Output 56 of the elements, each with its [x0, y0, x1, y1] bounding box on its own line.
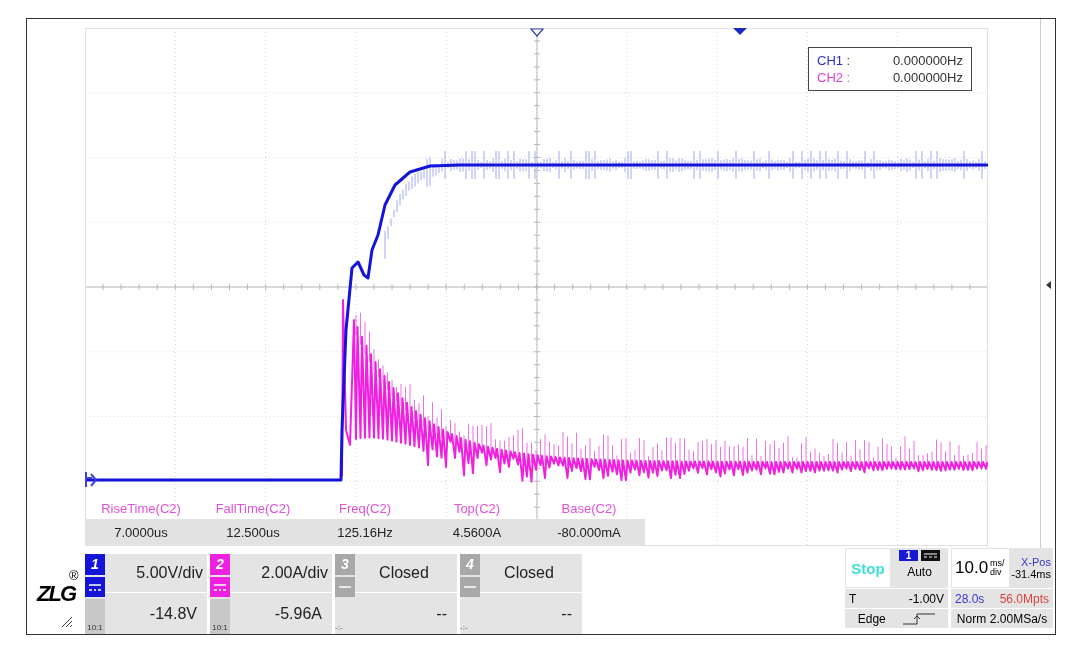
channel-number-button[interactable]: 1: [85, 554, 105, 575]
volts-per-division[interactable]: Closed: [355, 554, 457, 593]
measurement-value: 125.16Hz: [336, 525, 394, 540]
channel-number-button[interactable]: 2: [210, 554, 230, 575]
channel-offset[interactable]: --: [355, 593, 457, 634]
timebase-value: 10.0: [955, 558, 989, 578]
trigger-position-icon[interactable]: [529, 28, 545, 37]
measurement-label: Base(C2): [560, 500, 618, 516]
trigger-label: T: [849, 591, 857, 606]
probe-ratio[interactable]: 10:1: [210, 599, 230, 634]
unit-bottom: div: [990, 568, 1003, 577]
channel-label: CH2 :: [817, 69, 851, 86]
measurement-value: 4.5600A: [451, 525, 503, 540]
channel-offset[interactable]: -5.96A: [230, 593, 332, 634]
channel-offset[interactable]: -14.8V: [105, 593, 207, 634]
unit-top: ms/: [990, 559, 1005, 568]
logo: ZLG: [37, 581, 75, 607]
record-duration: 28.0s: [955, 591, 985, 606]
dash-icon: [464, 586, 476, 588]
dash-icon: [339, 586, 351, 588]
measurement-value: 12.500us: [225, 525, 281, 540]
channel-label: CH1 :: [817, 52, 851, 69]
channel-offset[interactable]: --: [480, 593, 582, 634]
rising-edge-icon: [903, 612, 936, 625]
coupling-button[interactable]: [85, 577, 105, 597]
volts-per-division[interactable]: Closed: [480, 554, 582, 593]
trigger-mode[interactable]: Auto: [907, 565, 932, 579]
measurement-value: -80.000mA: [556, 525, 622, 540]
dc-coupling-icon: [214, 583, 226, 591]
left-triangle-icon[interactable]: [1045, 280, 1051, 289]
probe-ratio[interactable]: -:-: [460, 599, 480, 634]
acquisition-mode[interactable]: Norm: [956, 611, 987, 626]
frequency-value: 0.000000Hz: [892, 52, 963, 69]
measurement-label: Freq(C2): [338, 500, 392, 516]
probe-ratio[interactable]: -:-: [335, 599, 355, 634]
probe-ratio[interactable]: 10:1: [85, 599, 105, 634]
trigger-source-button[interactable]: 1: [899, 550, 918, 561]
cursor-marker-icon[interactable]: [733, 28, 747, 35]
trigger-type[interactable]: Edge: [857, 611, 886, 626]
sample-rate: 2.00MSa/s: [989, 611, 1048, 626]
resize-grip-icon[interactable]: [61, 616, 73, 628]
coupling-icon[interactable]: [921, 550, 940, 561]
measurement-label: FallTime(C2): [214, 500, 292, 516]
registered-mark: ®: [69, 568, 79, 583]
ground-marker-icon: [85, 471, 98, 488]
trigger-level[interactable]: -1.00V: [908, 591, 944, 606]
frequency-value: 0.000000Hz: [892, 69, 963, 86]
measurement-value: 7.0000us: [113, 525, 169, 540]
x-position-value[interactable]: -31.4ms: [1011, 568, 1051, 580]
volts-per-division[interactable]: 5.00V/div: [105, 554, 207, 593]
measurement-label: RiseTime(C2): [100, 500, 182, 516]
memory-depth: 56.0Mpts: [999, 591, 1049, 606]
x-position-label: X-Pos: [1021, 556, 1051, 568]
measurement-label: Top(C2): [452, 500, 502, 516]
volts-per-division[interactable]: 2.00A/div: [230, 554, 332, 593]
dc-coupling-icon: [89, 583, 101, 591]
